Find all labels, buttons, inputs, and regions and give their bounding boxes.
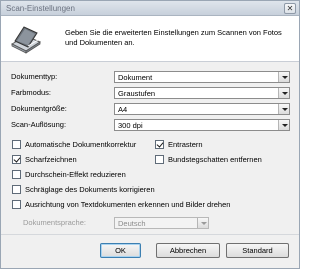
correct-skew-checkbox[interactable] (12, 185, 21, 194)
chevron-down-icon[interactable] (278, 72, 289, 82)
color-mode-value: Graustufen (118, 89, 156, 98)
chevron-down-icon[interactable] (278, 88, 289, 98)
chevron-down-icon[interactable] (278, 104, 289, 114)
scan-resolution-value: 300 dpi (118, 121, 143, 130)
cancel-button[interactable]: Abbrechen (156, 243, 220, 258)
correct-skew-label[interactable]: Schräglage des Dokuments korrigieren (25, 185, 155, 194)
auto-correct-checkbox[interactable] (12, 140, 21, 149)
document-type-select[interactable]: Dokument (114, 71, 290, 83)
window-title: Scan-Einstellungen (6, 4, 75, 13)
text-orientation-label[interactable]: Ausrichtung von Textdokumenten erkennen … (25, 200, 230, 209)
chevron-down-icon (197, 218, 208, 228)
document-language-value: Deutsch (118, 219, 146, 228)
descreen-label[interactable]: Entrastern (168, 140, 203, 149)
auto-correct-label[interactable]: Automatische Dokumentkorrektur (25, 140, 136, 149)
text-orientation-checkbox[interactable] (12, 200, 21, 209)
document-size-select[interactable]: A4 (114, 103, 290, 115)
remove-binding-shadow-label[interactable]: Bundstegschatten entfernen (168, 155, 262, 164)
remove-binding-shadow-checkbox[interactable] (155, 155, 164, 164)
sharpen-label[interactable]: Scharfzeichnen (25, 155, 77, 164)
document-language-select: Deutsch (114, 217, 209, 229)
document-size-label: Dokumentgröße: (11, 104, 67, 113)
reduce-show-through-checkbox[interactable] (12, 170, 21, 179)
document-type-label: Dokumenttyp: (11, 72, 58, 81)
title-bar: Scan-Einstellungen ✕ (1, 1, 299, 16)
color-mode-select[interactable]: Graustufen (114, 87, 290, 99)
footer-divider (1, 234, 299, 235)
document-type-value: Dokument (118, 73, 153, 82)
color-mode-label: Farbmodus: (11, 88, 52, 97)
reduce-show-through-label[interactable]: Durchschein-Effekt reduzieren (25, 170, 126, 179)
scan-resolution-select[interactable]: 300 dpi (114, 119, 290, 131)
document-size-value: A4 (118, 105, 128, 114)
default-button[interactable]: Standard (226, 243, 289, 258)
chevron-down-icon[interactable] (278, 120, 289, 130)
dialog-description: Geben Sie die erweiterten Einstellungen … (65, 28, 282, 47)
ok-button[interactable]: OK (100, 243, 141, 258)
descreen-checkbox[interactable] (155, 140, 164, 149)
document-language-label: Dokumentsprache: (23, 218, 86, 227)
scan-settings-dialog: Scan-Einstellungen ✕ Geben Sie die erwei… (0, 0, 300, 269)
scan-resolution-label: Scan-Auflösung: (11, 120, 67, 129)
scanner-icon (10, 26, 42, 54)
close-button[interactable]: ✕ (284, 3, 296, 14)
dialog-header: Geben Sie die erweiterten Einstellungen … (1, 16, 299, 62)
sharpen-checkbox[interactable] (12, 155, 21, 164)
